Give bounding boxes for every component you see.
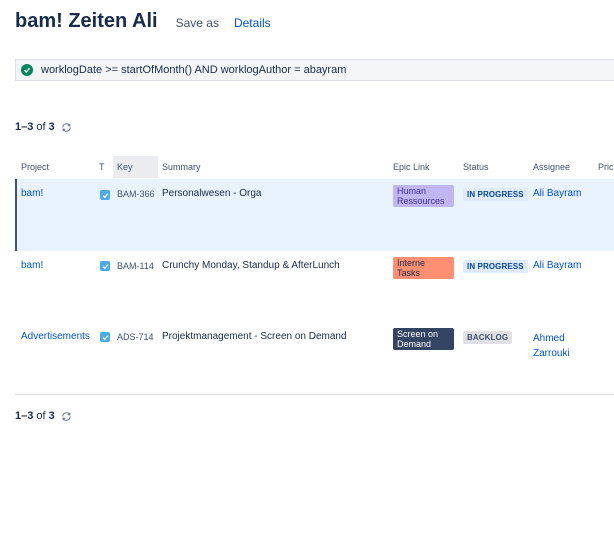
jql-query-text: worklogDate >= startOfMonth() AND worklo… [41, 64, 347, 76]
pagination-total: 3 [48, 121, 55, 133]
valid-check-icon [21, 64, 33, 76]
col-header-project[interactable]: Project [21, 162, 49, 172]
pagination-total: 3 [48, 410, 55, 422]
pagination-top: 1–3 of 3 [15, 121, 72, 133]
epic-lozenge[interactable]: Human Ressources [393, 185, 454, 207]
save-as-button[interactable]: Save as [176, 16, 219, 30]
task-type-icon [100, 190, 110, 200]
assignee-link[interactable]: Ahmed Zarrouki [533, 331, 593, 361]
epic-lozenge[interactable]: Screen on Demand [393, 328, 454, 350]
task-type-icon [100, 261, 110, 271]
issue-key[interactable]: BAM-114 [117, 261, 154, 271]
refresh-icon[interactable] [61, 411, 72, 422]
pagination-range: 1–3 [15, 410, 34, 422]
jql-query-bar[interactable]: worklogDate >= startOfMonth() AND worklo… [15, 59, 614, 81]
col-header-epic-link[interactable]: Epic Link [393, 162, 430, 172]
assignee-link[interactable]: Ali Bayram [533, 260, 581, 271]
project-link[interactable]: bam! [21, 188, 43, 199]
status-badge: IN PROGRESS [463, 260, 528, 273]
issue-key[interactable]: ADS-714 [117, 332, 154, 342]
assignee-link[interactable]: Ali Bayram [533, 188, 581, 199]
issue-summary[interactable]: Personalwesen - Orga [162, 188, 262, 199]
project-link[interactable]: Advertisements [21, 331, 90, 342]
col-header-priority[interactable]: Pric [598, 162, 614, 172]
status-badge: IN PROGRESS [463, 188, 528, 201]
issue-summary[interactable]: Crunchy Monday, Standup & AfterLunch [162, 260, 340, 271]
col-header-type[interactable]: T [99, 162, 105, 172]
table-row[interactable]: Advertisements ADS-714 Projektmanagement… [15, 322, 614, 394]
pagination-of: of [36, 410, 46, 422]
issue-key[interactable]: BAM-366 [117, 189, 155, 199]
col-header-key[interactable]: Key [117, 162, 133, 172]
col-header-status[interactable]: Status [463, 162, 489, 172]
col-header-assignee[interactable]: Assignee [533, 162, 570, 172]
epic-lozenge[interactable]: Interne Tasks [393, 257, 454, 279]
table-row[interactable]: bam! BAM-366 Personalwesen - Orga Human … [15, 179, 614, 251]
pagination-of: of [36, 121, 46, 133]
col-header-summary[interactable]: Summary [162, 162, 201, 172]
status-badge: BACKLOG [463, 331, 513, 344]
task-type-icon [100, 332, 110, 342]
project-link[interactable]: bam! [21, 260, 43, 271]
page-title: bam! Zeiten Ali [15, 10, 158, 32]
issue-summary[interactable]: Projektmanagement - Screen on Demand [162, 331, 347, 342]
pagination-bottom: 1–3 of 3 [15, 410, 72, 422]
table-row[interactable]: bam! BAM-114 Crunchy Monday, Standup & A… [15, 251, 614, 322]
refresh-icon[interactable] [61, 122, 72, 133]
page-header: bam! Zeiten Ali Save as Details [15, 10, 271, 33]
table-bottom-divider [15, 394, 614, 395]
pagination-range: 1–3 [15, 121, 34, 133]
details-link[interactable]: Details [234, 16, 271, 30]
